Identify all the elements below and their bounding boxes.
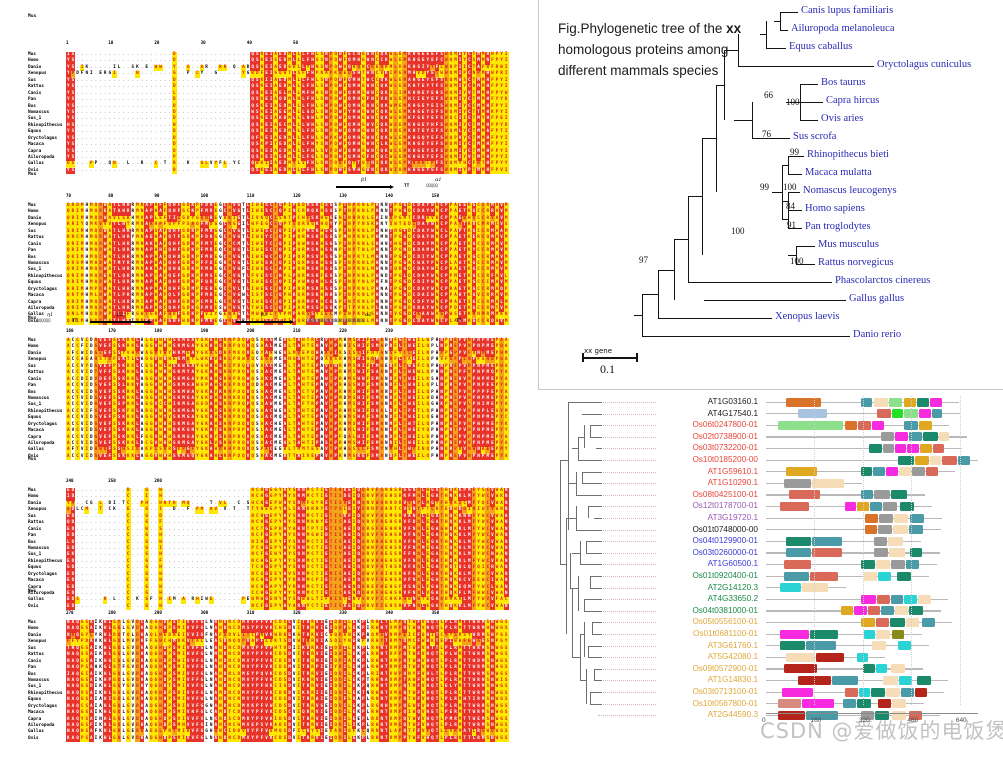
msa-residue-cell: I xyxy=(503,167,509,175)
msa-block-reference-label: Mus xyxy=(28,14,37,19)
msa-species-labels: Mus Homo Danio Xenopus Sus Rattus Canis Pan Bos N… xyxy=(28,52,62,174)
msa-alignment-grid: QRDMHMQDWATLHRRMNAPAFFQHFGDKPFDREGCNVGTL… xyxy=(66,203,509,326)
msa-ruler-tick: 190 xyxy=(200,328,209,333)
ss-beta-strand-arrow xyxy=(336,185,394,189)
msa-ruler-tick: 220 xyxy=(339,328,347,333)
msa-species-labels: Mus Homo Danio Xenopus Sus Rattus Canis Pan Bos N… xyxy=(28,203,62,325)
ss-beta-strand-arrow xyxy=(236,320,294,324)
msa-ruler-tick: 210 xyxy=(293,328,301,333)
ss-turn-label: TT xyxy=(72,319,78,324)
msa-ruler-tick: 140 xyxy=(385,193,393,198)
ss-beta-strand-arrow xyxy=(90,320,152,324)
ss-310-helix-coil: QQQQQQQ xyxy=(34,319,51,324)
msa-ruler-tick: 10 xyxy=(108,40,114,45)
msa-ruler-tick: 120 xyxy=(293,193,301,198)
ss-element-label: α2 xyxy=(365,312,372,318)
msa-sequence-row: YS.....................D................… xyxy=(66,167,509,175)
ss-element-label: β1 xyxy=(361,177,368,183)
msa-ruler-tick: 20 xyxy=(154,40,160,45)
msa-species-labels: Mus Homo Danio Xenopus Sus Rattus Canis Pan Bos N… xyxy=(28,338,62,460)
msa-residue-cell: M xyxy=(503,318,509,326)
msa-ruler-tick: 170 xyxy=(108,328,116,333)
msa-alignment-grid: ACCVIDNVEFSSKRKLALGVWRHSKMGAYGKAHSRNPDQP… xyxy=(66,338,509,461)
msa-ruler-tick: 150 xyxy=(431,193,440,198)
msa-panel: Mus Mus Homo Danio Xenopus Sus Rattus Canis Pan B… xyxy=(0,0,538,758)
msa-ruler-tick: 110 xyxy=(246,193,255,198)
msa-ruler-tick: 80 xyxy=(108,193,114,198)
msa-ruler-tick: 160 xyxy=(66,328,74,333)
msa-ruler-tick: 30 xyxy=(200,40,206,45)
msa-ruler-tick: 180 xyxy=(154,328,162,333)
ss-element-label: α1 xyxy=(435,177,442,183)
ss-element-label: β2 xyxy=(117,312,124,318)
msa-ruler-tick: 90 xyxy=(154,193,160,198)
ss-element-label: η1 xyxy=(47,312,54,318)
msa-ruler-tick: 1 xyxy=(66,40,69,45)
msa-ruler-tick: 40 xyxy=(246,40,252,45)
ss-element-label: β3 xyxy=(261,312,268,318)
ss-alpha-helix-coil: QQQQQ xyxy=(426,184,438,189)
msa-position-ruler: 70 80 90 100 110 120 130 140 150 xyxy=(66,193,510,200)
msa-ruler-tick: 230 xyxy=(385,328,393,333)
msa-ruler-tick: 50 xyxy=(293,40,299,45)
msa-position-ruler: 160 170 180 190 200 210 220 230 xyxy=(66,328,510,335)
msa-ruler-tick: 100 xyxy=(200,193,209,198)
ss-turn-label: TT xyxy=(456,319,462,324)
msa-ruler-tick: 70 xyxy=(66,193,72,198)
ss-alpha-helix-coil: QQQQQQQQQQQQQQQQQQQQQQQQQ xyxy=(306,319,365,324)
msa-block-reference-label: Mus xyxy=(28,172,37,177)
msa-ruler-tick: 130 xyxy=(339,193,347,198)
msa-ruler-tick: 200 xyxy=(246,328,255,333)
ss-turn-label: TT xyxy=(404,184,410,189)
msa-position-ruler: 1 10 20 30 40 50 xyxy=(66,40,510,47)
msa-alignment-grid: IS.....................D................… xyxy=(66,52,509,175)
